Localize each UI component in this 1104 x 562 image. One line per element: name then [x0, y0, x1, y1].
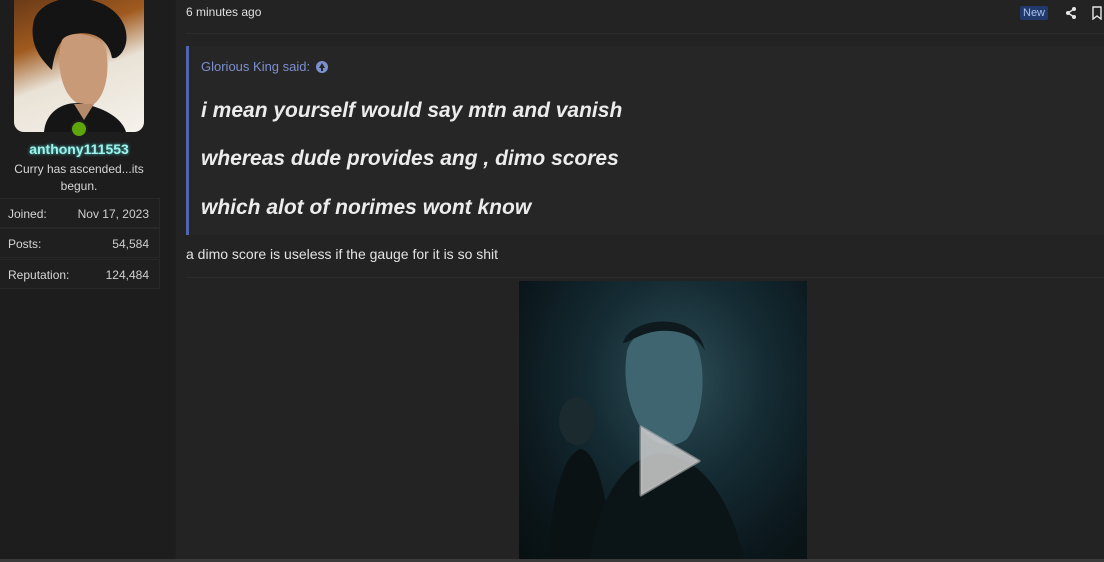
stat-row-reputation: Reputation: 124,484: [0, 259, 160, 289]
avatar[interactable]: [14, 0, 144, 132]
quote-line: which alot of norimes wont know: [201, 196, 532, 219]
stat-label: Joined:: [8, 207, 47, 221]
content-divider: [186, 277, 1104, 278]
quote-line: i mean yourself would say mtn and vanish: [201, 99, 623, 122]
quote-author[interactable]: Glorious King said:: [201, 59, 310, 74]
quote-attribution[interactable]: Glorious King said:: [201, 59, 329, 74]
play-icon[interactable]: [633, 423, 703, 499]
reply-text: a dimo score is useless if the gauge for…: [186, 246, 499, 262]
online-status-icon: [70, 120, 88, 138]
stat-row-joined: Joined: Nov 17, 2023: [0, 198, 160, 228]
bookmark-icon[interactable]: [1090, 6, 1104, 21]
stat-label: Reputation:: [8, 268, 70, 282]
stat-value: 54,584: [112, 237, 149, 251]
video-embed[interactable]: [519, 281, 807, 562]
arrow-up-circle-icon[interactable]: [316, 61, 329, 73]
stat-label: Posts:: [8, 237, 42, 251]
post-timestamp-link[interactable]: 6 minutes ago: [186, 5, 261, 19]
stat-row-posts: Posts: 54,584: [0, 228, 160, 258]
username-link[interactable]: anthony111553: [0, 141, 158, 157]
post-container: 6 minutes ago New Glorious King said: i …: [174, 0, 1104, 562]
header-divider: [186, 33, 1104, 34]
user-sidebar: anthony111553 Curry has ascended...its b…: [0, 0, 174, 562]
stat-value: 124,484: [105, 268, 149, 282]
stat-value: Nov 17, 2023: [77, 207, 149, 221]
share-icon[interactable]: [1064, 6, 1078, 20]
user-title: Curry has ascended...its begun.: [14, 162, 144, 193]
new-badge: New: [1020, 6, 1049, 20]
quote-line: whereas dude provides ang , dimo scores: [201, 147, 619, 170]
quote-block: Glorious King said: i mean yourself woul…: [186, 46, 1104, 235]
avatar-container[interactable]: [14, 0, 144, 138]
